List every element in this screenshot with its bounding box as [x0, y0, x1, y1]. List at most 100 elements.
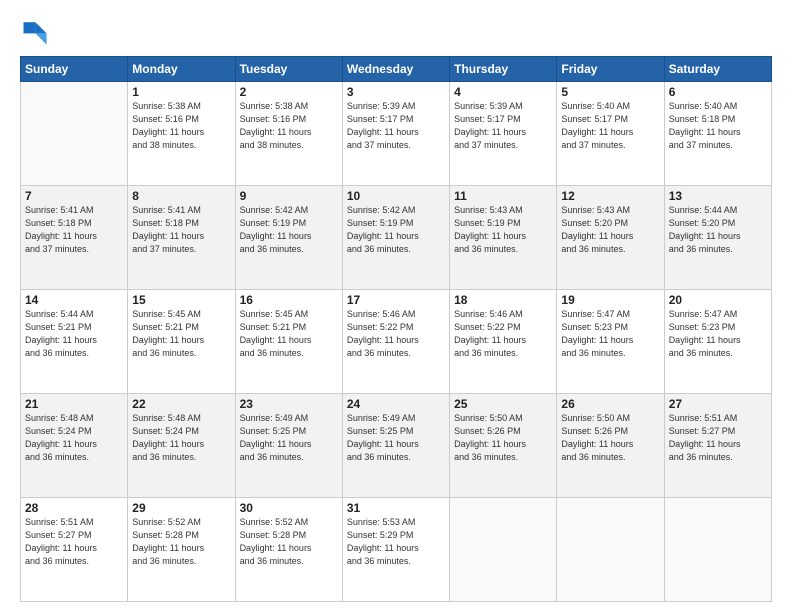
calendar-cell: 24Sunrise: 5:49 AMSunset: 5:25 PMDayligh… [342, 394, 449, 498]
day-info: Sunrise: 5:46 AMSunset: 5:22 PMDaylight:… [347, 308, 445, 360]
day-info: Sunrise: 5:41 AMSunset: 5:18 PMDaylight:… [25, 204, 123, 256]
day-number: 1 [132, 85, 230, 99]
calendar-cell: 31Sunrise: 5:53 AMSunset: 5:29 PMDayligh… [342, 498, 449, 602]
calendar-week-row: 14Sunrise: 5:44 AMSunset: 5:21 PMDayligh… [21, 290, 772, 394]
day-number: 30 [240, 501, 338, 515]
weekday-header-thursday: Thursday [450, 57, 557, 82]
calendar-cell: 18Sunrise: 5:46 AMSunset: 5:22 PMDayligh… [450, 290, 557, 394]
calendar-cell: 2Sunrise: 5:38 AMSunset: 5:16 PMDaylight… [235, 82, 342, 186]
weekday-header-monday: Monday [128, 57, 235, 82]
calendar-cell: 28Sunrise: 5:51 AMSunset: 5:27 PMDayligh… [21, 498, 128, 602]
day-number: 12 [561, 189, 659, 203]
calendar-cell: 6Sunrise: 5:40 AMSunset: 5:18 PMDaylight… [664, 82, 771, 186]
day-number: 28 [25, 501, 123, 515]
day-number: 2 [240, 85, 338, 99]
day-info: Sunrise: 5:43 AMSunset: 5:19 PMDaylight:… [454, 204, 552, 256]
day-number: 21 [25, 397, 123, 411]
calendar-cell: 20Sunrise: 5:47 AMSunset: 5:23 PMDayligh… [664, 290, 771, 394]
day-number: 9 [240, 189, 338, 203]
calendar-week-row: 1Sunrise: 5:38 AMSunset: 5:16 PMDaylight… [21, 82, 772, 186]
day-info: Sunrise: 5:42 AMSunset: 5:19 PMDaylight:… [240, 204, 338, 256]
calendar-cell: 16Sunrise: 5:45 AMSunset: 5:21 PMDayligh… [235, 290, 342, 394]
day-info: Sunrise: 5:44 AMSunset: 5:21 PMDaylight:… [25, 308, 123, 360]
calendar-cell: 29Sunrise: 5:52 AMSunset: 5:28 PMDayligh… [128, 498, 235, 602]
day-info: Sunrise: 5:45 AMSunset: 5:21 PMDaylight:… [132, 308, 230, 360]
day-number: 26 [561, 397, 659, 411]
calendar-cell: 14Sunrise: 5:44 AMSunset: 5:21 PMDayligh… [21, 290, 128, 394]
day-number: 15 [132, 293, 230, 307]
day-number: 31 [347, 501, 445, 515]
header [20, 18, 772, 46]
calendar-cell: 5Sunrise: 5:40 AMSunset: 5:17 PMDaylight… [557, 82, 664, 186]
calendar-cell: 17Sunrise: 5:46 AMSunset: 5:22 PMDayligh… [342, 290, 449, 394]
day-info: Sunrise: 5:50 AMSunset: 5:26 PMDaylight:… [561, 412, 659, 464]
day-info: Sunrise: 5:39 AMSunset: 5:17 PMDaylight:… [454, 100, 552, 152]
day-number: 19 [561, 293, 659, 307]
day-number: 3 [347, 85, 445, 99]
day-info: Sunrise: 5:51 AMSunset: 5:27 PMDaylight:… [669, 412, 767, 464]
weekday-header-friday: Friday [557, 57, 664, 82]
calendar-cell [450, 498, 557, 602]
day-number: 8 [132, 189, 230, 203]
calendar-body: 1Sunrise: 5:38 AMSunset: 5:16 PMDaylight… [21, 82, 772, 602]
day-number: 11 [454, 189, 552, 203]
day-info: Sunrise: 5:42 AMSunset: 5:19 PMDaylight:… [347, 204, 445, 256]
day-number: 22 [132, 397, 230, 411]
weekday-header-sunday: Sunday [21, 57, 128, 82]
day-info: Sunrise: 5:52 AMSunset: 5:28 PMDaylight:… [132, 516, 230, 568]
day-info: Sunrise: 5:38 AMSunset: 5:16 PMDaylight:… [132, 100, 230, 152]
calendar-cell: 1Sunrise: 5:38 AMSunset: 5:16 PMDaylight… [128, 82, 235, 186]
calendar-cell: 30Sunrise: 5:52 AMSunset: 5:28 PMDayligh… [235, 498, 342, 602]
day-number: 14 [25, 293, 123, 307]
calendar-cell: 4Sunrise: 5:39 AMSunset: 5:17 PMDaylight… [450, 82, 557, 186]
day-number: 20 [669, 293, 767, 307]
page: SundayMondayTuesdayWednesdayThursdayFrid… [0, 0, 792, 612]
day-number: 24 [347, 397, 445, 411]
day-number: 23 [240, 397, 338, 411]
calendar-cell: 26Sunrise: 5:50 AMSunset: 5:26 PMDayligh… [557, 394, 664, 498]
day-number: 27 [669, 397, 767, 411]
day-number: 10 [347, 189, 445, 203]
day-info: Sunrise: 5:49 AMSunset: 5:25 PMDaylight:… [240, 412, 338, 464]
calendar-cell: 22Sunrise: 5:48 AMSunset: 5:24 PMDayligh… [128, 394, 235, 498]
day-info: Sunrise: 5:53 AMSunset: 5:29 PMDaylight:… [347, 516, 445, 568]
day-info: Sunrise: 5:41 AMSunset: 5:18 PMDaylight:… [132, 204, 230, 256]
calendar-cell: 11Sunrise: 5:43 AMSunset: 5:19 PMDayligh… [450, 186, 557, 290]
calendar-cell: 25Sunrise: 5:50 AMSunset: 5:26 PMDayligh… [450, 394, 557, 498]
calendar-cell: 12Sunrise: 5:43 AMSunset: 5:20 PMDayligh… [557, 186, 664, 290]
weekday-header-saturday: Saturday [664, 57, 771, 82]
day-number: 16 [240, 293, 338, 307]
calendar-week-row: 7Sunrise: 5:41 AMSunset: 5:18 PMDaylight… [21, 186, 772, 290]
day-info: Sunrise: 5:39 AMSunset: 5:17 PMDaylight:… [347, 100, 445, 152]
day-number: 13 [669, 189, 767, 203]
calendar-cell [664, 498, 771, 602]
day-info: Sunrise: 5:45 AMSunset: 5:21 PMDaylight:… [240, 308, 338, 360]
day-info: Sunrise: 5:44 AMSunset: 5:20 PMDaylight:… [669, 204, 767, 256]
calendar-cell: 19Sunrise: 5:47 AMSunset: 5:23 PMDayligh… [557, 290, 664, 394]
day-number: 6 [669, 85, 767, 99]
calendar-cell: 13Sunrise: 5:44 AMSunset: 5:20 PMDayligh… [664, 186, 771, 290]
day-info: Sunrise: 5:48 AMSunset: 5:24 PMDaylight:… [25, 412, 123, 464]
day-info: Sunrise: 5:47 AMSunset: 5:23 PMDaylight:… [669, 308, 767, 360]
logo-icon [20, 18, 48, 46]
weekday-header-wednesday: Wednesday [342, 57, 449, 82]
day-number: 5 [561, 85, 659, 99]
weekday-header-tuesday: Tuesday [235, 57, 342, 82]
day-info: Sunrise: 5:40 AMSunset: 5:18 PMDaylight:… [669, 100, 767, 152]
day-number: 29 [132, 501, 230, 515]
calendar-cell [557, 498, 664, 602]
calendar-cell: 3Sunrise: 5:39 AMSunset: 5:17 PMDaylight… [342, 82, 449, 186]
day-info: Sunrise: 5:48 AMSunset: 5:24 PMDaylight:… [132, 412, 230, 464]
calendar-cell: 9Sunrise: 5:42 AMSunset: 5:19 PMDaylight… [235, 186, 342, 290]
day-number: 7 [25, 189, 123, 203]
calendar-header: SundayMondayTuesdayWednesdayThursdayFrid… [21, 57, 772, 82]
day-info: Sunrise: 5:49 AMSunset: 5:25 PMDaylight:… [347, 412, 445, 464]
day-number: 4 [454, 85, 552, 99]
calendar-cell: 27Sunrise: 5:51 AMSunset: 5:27 PMDayligh… [664, 394, 771, 498]
day-info: Sunrise: 5:38 AMSunset: 5:16 PMDaylight:… [240, 100, 338, 152]
day-info: Sunrise: 5:52 AMSunset: 5:28 PMDaylight:… [240, 516, 338, 568]
calendar-cell [21, 82, 128, 186]
calendar-cell: 23Sunrise: 5:49 AMSunset: 5:25 PMDayligh… [235, 394, 342, 498]
calendar-cell: 15Sunrise: 5:45 AMSunset: 5:21 PMDayligh… [128, 290, 235, 394]
day-info: Sunrise: 5:47 AMSunset: 5:23 PMDaylight:… [561, 308, 659, 360]
